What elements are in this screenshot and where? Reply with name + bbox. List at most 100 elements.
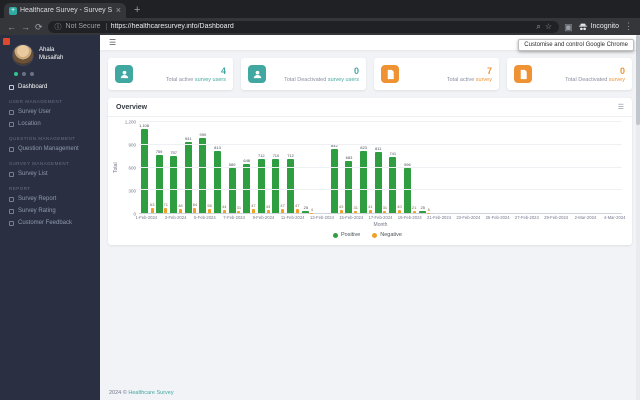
menu-section-header: USER MANAGEMENT — [0, 93, 100, 106]
back-icon[interactable]: ← — [7, 22, 16, 32]
negative-bar[interactable]: 43 — [339, 122, 343, 213]
negative-bar[interactable]: 64 — [193, 122, 197, 213]
chrome-menu-icon[interactable]: ⋮ — [624, 21, 633, 32]
positive-bar[interactable]: 25 — [419, 122, 426, 213]
chart-day-slot: 941 64 — [184, 122, 199, 213]
positive-bar-rect — [185, 142, 192, 213]
negative-bar[interactable]: 48 — [178, 122, 182, 213]
footer-brand-link[interactable]: Healthcare Survey — [128, 390, 173, 396]
positive-bar[interactable]: 1,108 — [139, 122, 149, 213]
side-panel-icon[interactable]: ▣ — [564, 22, 573, 32]
address-bar[interactable]: ⓘ Not Secure https://healthcaresurvey.in… — [48, 21, 560, 33]
negative-bar[interactable]: 56 — [207, 122, 211, 213]
negative-bar-rect — [223, 210, 226, 213]
positive-bar[interactable]: 813 — [214, 122, 221, 213]
legend-item-positive[interactable]: Positive — [333, 232, 360, 238]
positive-bar[interactable]: 712 — [258, 122, 265, 213]
negative-bar[interactable]: 44 — [222, 122, 226, 213]
negative-bar[interactable]: 4 — [310, 122, 313, 213]
negative-bar-rect — [252, 209, 255, 213]
positive-bar[interactable]: 941 — [185, 122, 192, 213]
negative-bar[interactable]: 31 — [353, 122, 357, 213]
positive-bar[interactable]: 648 — [243, 122, 250, 213]
sidebar-item-survey-list[interactable]: Survey List — [0, 168, 100, 180]
positive-bar[interactable]: 25 — [302, 122, 309, 213]
x-tick-label: 21-Feb-2024 — [427, 215, 451, 220]
negative-bar[interactable]: 71 — [164, 122, 168, 213]
reload-icon[interactable]: ⟳ — [35, 22, 43, 32]
chart-day-slot — [534, 122, 549, 213]
bar-value-label: 4 — [311, 207, 313, 212]
x-axis: 1-Feb-20243-Feb-20245-Feb-20247-Feb-2024… — [139, 214, 622, 221]
legend-item-negative[interactable]: Negative — [372, 232, 402, 238]
negative-bar[interactable]: 47 — [280, 122, 284, 213]
negative-bar[interactable]: 21 — [412, 122, 416, 213]
gridline — [139, 167, 622, 168]
positive-bar[interactable]: 589 — [229, 122, 236, 213]
positive-bar[interactable]: 712 — [287, 122, 294, 213]
sidebar-item-survey-rating[interactable]: Survey Rating — [0, 205, 100, 217]
user-profile[interactable]: Ahala Musaifah — [0, 35, 100, 70]
negative-bar[interactable]: 41 — [368, 122, 372, 213]
menu-section-header: QUESTION MANAGEMENT — [0, 130, 100, 143]
bar-value-label: 741 — [389, 151, 396, 156]
chart-day-slot — [520, 122, 535, 213]
sidebar-item-location[interactable]: Location — [0, 118, 100, 130]
bar-value-label: 64 — [193, 202, 197, 207]
scrollbar-thumb[interactable] — [636, 35, 640, 125]
stat-label: Total Deactivated survey users — [284, 77, 359, 83]
positive-bar[interactable]: 990 — [199, 122, 206, 213]
sidebar-toggle-icon[interactable]: ☰ — [109, 38, 116, 47]
sidebar-item-dashboard[interactable]: Dashboard — [0, 81, 100, 93]
sidebar-item-survey-user[interactable]: Survey User — [0, 106, 100, 118]
forward-icon[interactable]: → — [21, 22, 30, 32]
chart-day-slot — [578, 122, 593, 213]
profile-status-icons — [0, 70, 100, 81]
not-secure-icon: ⓘ — [55, 22, 62, 32]
positive-bar[interactable]: 757 — [170, 122, 177, 213]
stat-count: 0 — [284, 66, 359, 76]
chart-day-slot: 84243 — [330, 122, 345, 213]
security-label[interactable]: Not Secure — [66, 23, 107, 30]
negative-bar[interactable]: 47 — [251, 122, 255, 213]
tab-close-icon[interactable]: × — [116, 6, 121, 15]
negative-bar[interactable]: 31 — [383, 122, 387, 213]
sidebar-item-survey-report[interactable]: Survey Report — [0, 193, 100, 205]
chart-day-slot — [549, 122, 564, 213]
bookmark-star-icon[interactable]: ☆ — [545, 22, 552, 31]
negative-bar[interactable]: 40 — [397, 122, 401, 213]
negative-bar-rect — [369, 210, 372, 213]
negative-bar-rect — [398, 210, 401, 213]
sidebar-item-question-management[interactable]: Question Management — [0, 143, 100, 155]
sidebar-item-customer-feedback[interactable]: Customer Feedback — [0, 217, 100, 229]
url-text[interactable]: https://healthcaresurvey.info/Dashboard — [111, 23, 533, 30]
app-logo[interactable] — [3, 38, 10, 45]
scrollbar[interactable] — [636, 35, 640, 400]
negative-bar[interactable]: 43 — [266, 122, 270, 213]
new-tab-button[interactable]: + — [134, 5, 140, 15]
bar-value-label: 31 — [383, 205, 387, 210]
gridline — [139, 144, 622, 145]
positive-bar[interactable]: 710 — [272, 122, 279, 213]
search-icon[interactable]: ⌕ — [536, 22, 540, 32]
chart-day-slot — [564, 122, 579, 213]
chart-toolbar-menu-icon[interactable]: ☰ — [618, 103, 624, 111]
positive-bar-rect — [302, 211, 309, 213]
negative-bar[interactable]: 31 — [237, 122, 241, 213]
chart-day-slot — [476, 122, 491, 213]
positive-bar[interactable]: 823 — [360, 122, 367, 213]
positive-bar[interactable]: 759 — [156, 122, 163, 213]
bar-value-label: 47 — [251, 203, 255, 208]
positive-bar[interactable]: 842 — [331, 122, 338, 213]
user-icon — [115, 65, 133, 83]
bar-value-label: 813 — [214, 145, 221, 150]
positive-bar[interactable]: 596 — [404, 122, 411, 213]
bar-value-label: 941 — [185, 136, 192, 141]
positive-bar[interactable]: 683 — [345, 122, 352, 213]
negative-bar[interactable]: 47 — [295, 122, 299, 213]
browser-tab[interactable]: + Healthcare Survey - Survey S × — [4, 3, 126, 18]
negative-bar[interactable]: 6 — [427, 122, 430, 213]
positive-bar[interactable]: 811 — [375, 122, 382, 213]
positive-bar[interactable]: 741 — [389, 122, 396, 213]
x-tick-label: 9-Feb-2024 — [253, 215, 275, 220]
